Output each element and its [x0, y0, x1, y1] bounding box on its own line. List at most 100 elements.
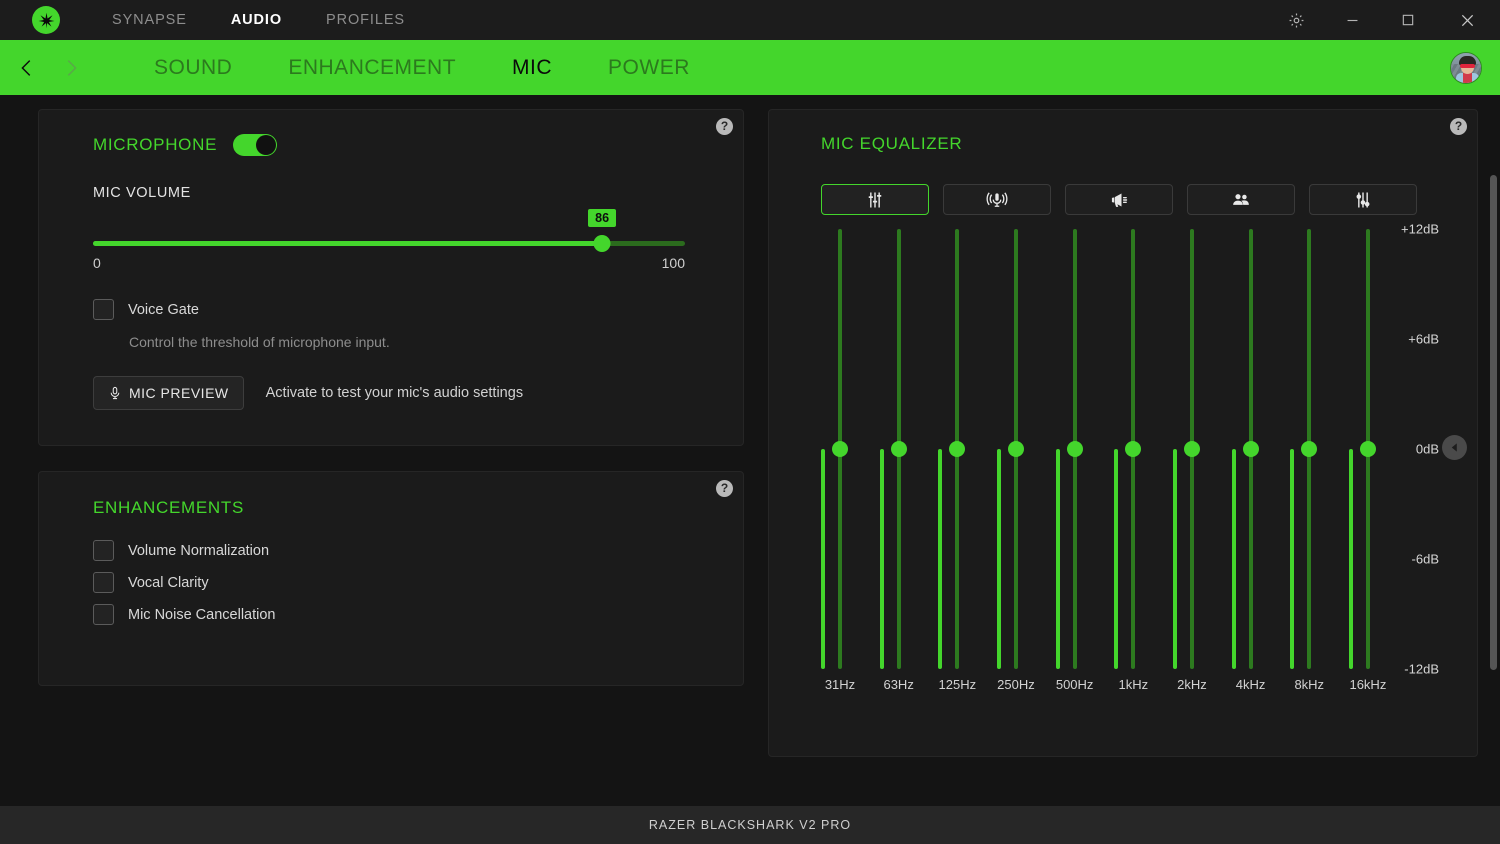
- eq-band-handle[interactable]: [949, 441, 966, 457]
- mic-preview-label: MIC PREVIEW: [129, 385, 229, 401]
- eq-band-handle[interactable]: [1242, 441, 1259, 457]
- db-tick: +6dB: [1408, 331, 1439, 347]
- eq-band-fill: [1172, 449, 1177, 669]
- eq-band-handle[interactable]: [1301, 441, 1318, 457]
- eq-band-fill: [938, 449, 943, 669]
- microphone-toggle[interactable]: [233, 134, 278, 156]
- eq-band[interactable]: 500Hz: [1055, 229, 1094, 692]
- eq-band-fill: [879, 449, 884, 669]
- preset-manual[interactable]: [1309, 184, 1417, 215]
- equalizer-body: 31Hz 63Hz 125Hz 250Hz 500Hz 1kHz 2kHz 4k…: [821, 222, 1477, 699]
- preset-custom-eq[interactable]: [821, 184, 929, 215]
- help-icon[interactable]: ?: [716, 118, 733, 135]
- mic-preview-hint: Activate to test your mic's audio settin…: [265, 385, 524, 401]
- mic-noise-cancellation-checkbox[interactable]: [93, 604, 114, 625]
- tab-mic[interactable]: MIC: [484, 40, 580, 95]
- close-icon[interactable]: [1436, 0, 1498, 40]
- eq-band[interactable]: 31Hz: [821, 229, 859, 692]
- gear-icon[interactable]: [1268, 0, 1324, 40]
- eq-band[interactable]: 63Hz: [879, 229, 918, 692]
- mixer-sliders-icon: [1353, 190, 1373, 210]
- eq-band[interactable]: 125Hz: [938, 229, 976, 692]
- eq-sliders-icon: [865, 190, 885, 210]
- enhancement-label: Mic Noise Cancellation: [128, 606, 276, 623]
- avatar[interactable]: [1450, 51, 1482, 84]
- enhancement-label: Vocal Clarity: [128, 574, 209, 591]
- preset-voice[interactable]: [943, 184, 1051, 215]
- help-icon[interactable]: ?: [716, 480, 733, 497]
- preset-conference[interactable]: [1187, 184, 1295, 215]
- preset-broadcast[interactable]: [1065, 184, 1173, 215]
- eq-band-handle[interactable]: [1007, 441, 1024, 457]
- razer-logo-icon[interactable]: [32, 6, 60, 34]
- main-tab-bar: SYNAPSE AUDIO PROFILES: [90, 0, 427, 40]
- eq-band-handle[interactable]: [1066, 441, 1083, 457]
- eq-band-handle[interactable]: [1125, 441, 1142, 457]
- voice-gate-row: Voice Gate: [93, 299, 717, 320]
- minimize-icon[interactable]: [1324, 0, 1380, 40]
- microphone-card: ? MICROPHONE MIC VOLUME 86 0 100 Voice G…: [38, 109, 744, 446]
- main-tab-synapse[interactable]: SYNAPSE: [90, 0, 209, 40]
- vocal-clarity-checkbox[interactable]: [93, 572, 114, 593]
- eq-band[interactable]: 2kHz: [1172, 229, 1211, 692]
- equalizer-title: MIC EQUALIZER: [821, 134, 963, 153]
- enhancements-card: ? ENHANCEMENTS Volume Normalization Voca…: [38, 471, 744, 686]
- megaphone-icon: [1108, 190, 1130, 210]
- eq-band-fill: [1231, 449, 1236, 669]
- eq-band[interactable]: 4kHz: [1231, 229, 1270, 692]
- device-status-bar: RAZER BLACKSHARK V2 PRO: [0, 806, 1500, 844]
- window-controls: [1268, 0, 1500, 40]
- mic-preview-button[interactable]: MIC PREVIEW: [93, 376, 244, 410]
- mic-equalizer-card: ? MIC EQUALIZER 31Hz 63Hz 125Hz 250Hz 50…: [768, 109, 1478, 757]
- tab-sound[interactable]: SOUND: [126, 40, 260, 95]
- voice-gate-checkbox[interactable]: [93, 299, 114, 320]
- eq-band-handle[interactable]: [1183, 441, 1200, 457]
- voice-gate-label: Voice Gate: [128, 301, 199, 318]
- tab-power[interactable]: POWER: [580, 40, 718, 95]
- enhancement-row: Vocal Clarity: [93, 572, 717, 593]
- main-tab-profiles[interactable]: PROFILES: [304, 0, 427, 40]
- slider-min-label: 0: [93, 255, 101, 271]
- triangle-left-icon[interactable]: [1442, 435, 1467, 460]
- db-tick: -12dB: [1404, 661, 1439, 677]
- mic-volume-slider[interactable]: 86 0 100: [93, 209, 685, 271]
- db-tick: 0dB: [1415, 441, 1439, 457]
- main-tab-audio[interactable]: AUDIO: [209, 0, 304, 40]
- microphone-waves-icon: [986, 190, 1008, 210]
- toggle-knob: [256, 135, 277, 155]
- eq-band-label: 63Hz: [883, 677, 914, 692]
- microphone-header: MICROPHONE: [93, 134, 717, 156]
- eq-band-label: 2kHz: [1177, 677, 1207, 692]
- mic-volume-value: 86: [588, 209, 617, 227]
- slider-handle[interactable]: [593, 235, 611, 252]
- device-tab-bar: SOUND ENHANCEMENT MIC POWER: [0, 40, 1500, 95]
- microphone-icon: [108, 386, 122, 400]
- slider-track[interactable]: [93, 235, 685, 252]
- enhancement-row: Mic Noise Cancellation: [93, 604, 717, 625]
- eq-band[interactable]: 16kHz: [1348, 229, 1387, 692]
- settings-content: ? MICROPHONE MIC VOLUME 86 0 100 Voice G…: [0, 95, 1500, 806]
- maximize-icon[interactable]: [1380, 0, 1436, 40]
- tab-enhancement[interactable]: ENHANCEMENT: [260, 40, 484, 95]
- mic-preview-row: MIC PREVIEW Activate to test your mic's …: [93, 376, 717, 410]
- equalizer-db-scale: +12dB +6dB 0dB -6dB -12dB: [1383, 222, 1439, 677]
- slider-max-label: 100: [661, 255, 685, 271]
- eq-band-handle[interactable]: [890, 441, 907, 457]
- slider-fill: [93, 241, 603, 246]
- slider-range-labels: 0 100: [93, 255, 685, 271]
- eq-band[interactable]: 1kHz: [1114, 229, 1152, 692]
- chevron-right-icon[interactable]: [56, 40, 86, 95]
- eq-band-label: 125Hz: [938, 677, 977, 692]
- eq-band[interactable]: 250Hz: [996, 229, 1035, 692]
- eq-band[interactable]: 8kHz: [1290, 229, 1328, 692]
- vertical-scrollbar[interactable]: [1490, 175, 1497, 670]
- chevron-left-icon[interactable]: [12, 40, 42, 95]
- voice-gate-description: Control the threshold of microphone inpu…: [129, 334, 390, 350]
- eq-band-label: 31Hz: [824, 677, 856, 692]
- eq-band-fill: [1290, 449, 1295, 669]
- eq-band-fill: [1055, 449, 1060, 669]
- volume-normalization-checkbox[interactable]: [93, 540, 114, 561]
- eq-band-handle[interactable]: [832, 441, 848, 457]
- help-icon[interactable]: ?: [1450, 118, 1467, 135]
- eq-band-handle[interactable]: [1359, 441, 1376, 457]
